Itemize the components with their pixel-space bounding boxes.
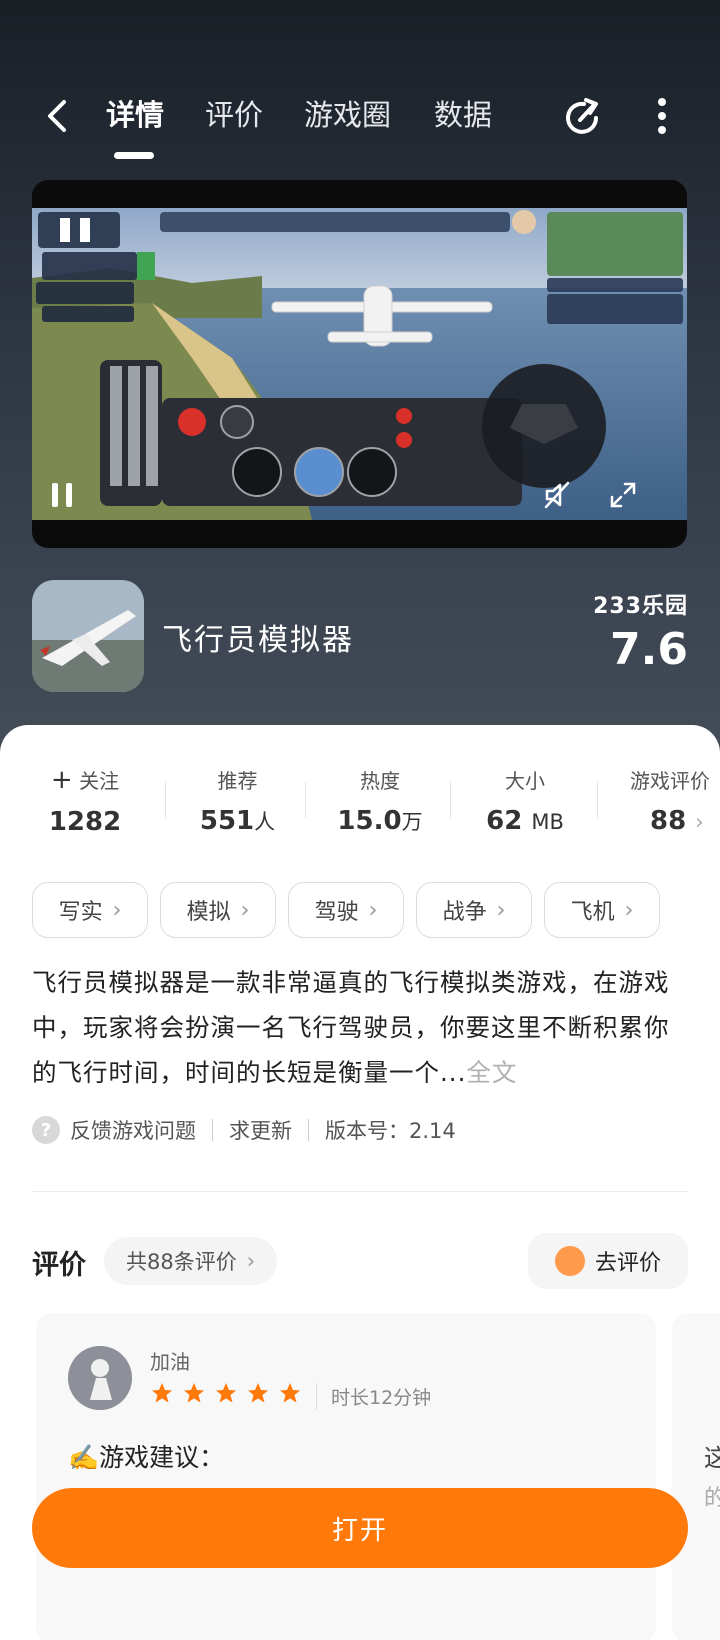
active-tab-indicator xyxy=(114,152,154,159)
star-icon xyxy=(280,1383,300,1403)
fullscreen-icon[interactable] xyxy=(608,480,638,510)
reviews-heading: 评价 xyxy=(32,1250,86,1281)
stat-divider xyxy=(165,782,166,818)
tag-driving[interactable]: 驾驶 › xyxy=(288,882,404,938)
tag-simulation[interactable]: 模拟 › xyxy=(160,882,276,938)
stat-popularity: 热度 15.0万 xyxy=(337,769,423,836)
open-game-button[interactable]: 打开 xyxy=(32,1488,688,1568)
tab-reviews[interactable]: 评价 xyxy=(205,92,263,134)
star-icon xyxy=(216,1383,236,1403)
avatar[interactable] xyxy=(68,1346,132,1410)
stat-divider xyxy=(597,782,598,818)
tab-details[interactable]: 详情 xyxy=(106,92,164,134)
tag-aircraft[interactable]: 飞机 › xyxy=(544,882,660,938)
star-icon xyxy=(152,1383,172,1403)
platform-rating: 233乐园 7.6 xyxy=(593,588,688,675)
review-username: 加油 xyxy=(150,1350,190,1374)
tab-game-circle[interactable]: 游戏圈 xyxy=(304,92,391,134)
mute-icon[interactable] xyxy=(542,480,572,510)
video-player[interactable] xyxy=(32,180,687,548)
platform-brand: 233乐园 xyxy=(593,594,688,619)
smile-icon xyxy=(554,1246,585,1276)
stat-recommend: 推荐 551人 xyxy=(199,769,276,836)
version-label: 版本号：2.14 xyxy=(325,1119,456,1143)
stat-game-rating[interactable]: 游戏评价 88 › xyxy=(630,765,720,836)
stats-row: + 关注 1282 推荐 551人 热度 15.0万 大小 62 MB 游戏评价… xyxy=(0,765,720,845)
chevron-right-icon: › xyxy=(695,810,704,834)
meta-row: ? 反馈游戏问题 求更新 版本号：2.14 xyxy=(32,1113,456,1147)
stat-divider xyxy=(450,782,451,818)
game-description: 飞行员模拟器是一款非常逼真的飞行模拟类游戏，在游戏中，玩家将会扮演一名飞行驾驶员… xyxy=(32,968,670,1087)
star-icon xyxy=(184,1383,204,1403)
review-content: ✍️游戏建议： xyxy=(68,1443,225,1472)
app-icon[interactable] xyxy=(32,580,144,692)
star-icon xyxy=(248,1383,268,1403)
review-stars xyxy=(150,1381,302,1405)
gameplay-scene xyxy=(32,208,687,520)
stat-size: 大小 62 MB xyxy=(486,769,564,836)
review-card[interactable] xyxy=(36,1313,656,1640)
chevron-right-icon: › xyxy=(368,897,378,923)
back-icon[interactable] xyxy=(40,96,76,136)
tag-war[interactable]: 战争 › xyxy=(416,882,532,938)
tag-realistic[interactable]: 写实 › xyxy=(32,882,148,938)
request-update-link[interactable]: 求更新 xyxy=(229,1115,292,1145)
read-more-link[interactable]: 全文 xyxy=(466,1058,517,1087)
chevron-right-icon: › xyxy=(496,897,506,923)
help-icon: ? xyxy=(32,1116,60,1144)
section-divider xyxy=(32,1191,688,1192)
stat-divider xyxy=(305,782,306,818)
chevron-right-icon: › xyxy=(240,897,250,923)
stat-follow[interactable]: + 关注 1282 xyxy=(40,765,130,837)
share-icon[interactable] xyxy=(562,94,606,138)
top-nav: 详情 评价 游戏圈 数据 xyxy=(0,80,720,160)
next-review-snippet: 的 xyxy=(704,1486,720,1511)
chevron-right-icon: › xyxy=(112,897,122,923)
more-icon[interactable] xyxy=(650,94,674,138)
rating-score: 7.6 xyxy=(610,624,688,675)
feedback-link[interactable]: 反馈游戏问题 xyxy=(70,1115,196,1145)
separator xyxy=(212,1119,213,1141)
tab-data[interactable]: 数据 xyxy=(434,92,492,134)
review-card-next[interactable] xyxy=(672,1313,720,1640)
review-count-button[interactable]: 共88条评价 › xyxy=(104,1237,278,1285)
next-review-snippet: 这 xyxy=(704,1444,720,1472)
write-review-button[interactable]: 去评价 xyxy=(528,1233,688,1289)
review-playtime: 时长12分钟 xyxy=(316,1383,431,1410)
chevron-right-icon: › xyxy=(246,1249,256,1273)
app-name: 飞行员模拟器 xyxy=(162,623,354,658)
pause-icon[interactable] xyxy=(48,480,76,510)
separator xyxy=(308,1119,309,1141)
chevron-right-icon: › xyxy=(624,897,634,923)
